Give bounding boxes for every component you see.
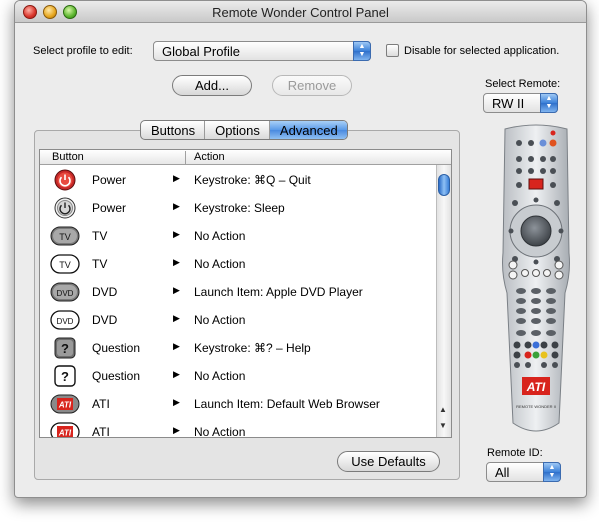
remove-button[interactable]: Remove	[272, 75, 352, 96]
tab-bar: Buttons Options Advanced	[140, 120, 348, 140]
row-button-name: Power	[92, 173, 127, 187]
row-button-name: Power	[92, 201, 127, 215]
row-button-name: Question	[92, 341, 141, 355]
app-window: Remote Wonder Control Panel Select profi…	[14, 0, 587, 498]
question-filled-icon: ?	[50, 337, 80, 359]
tv-outline-icon: TV	[50, 253, 80, 275]
svg-text:TV: TV	[59, 260, 71, 270]
row-action: No Action	[194, 313, 246, 327]
row-button-name: DVD	[92, 313, 118, 327]
table-row[interactable]: TV TV ▶ No Action	[40, 250, 437, 278]
row-action: Keystroke: Sleep	[194, 201, 285, 215]
row-button-name: TV	[92, 229, 108, 243]
add-button[interactable]: Add...	[172, 75, 252, 96]
remote-logo: ATI	[526, 380, 546, 394]
disclosure-arrow-icon[interactable]: ▶	[173, 173, 180, 184]
remote-id-value: All	[495, 465, 510, 480]
power-red-icon	[50, 169, 80, 191]
svg-text:DVD: DVD	[57, 289, 74, 298]
table-row[interactable]: ? Question ▶ No Action	[40, 362, 437, 390]
disclosure-arrow-icon[interactable]: ▶	[173, 257, 180, 268]
svg-text:DVD: DVD	[57, 317, 74, 326]
svg-text:?: ?	[61, 341, 69, 356]
row-action: Launch Item: Apple DVD Player	[194, 285, 363, 299]
row-action: Launch Item: Default Web Browser	[194, 397, 380, 411]
row-button-name: TV	[92, 257, 108, 271]
row-action: Keystroke: ⌘Q – Quit	[194, 173, 311, 187]
disclosure-arrow-icon[interactable]: ▶	[173, 285, 180, 296]
profile-select[interactable]: Global Profile ▲ ▼	[153, 41, 371, 61]
question-outline-icon: ?	[50, 365, 80, 387]
select-remote-label: Select Remote:	[485, 78, 561, 90]
select-remote-value: RW II	[492, 96, 525, 111]
table-scrollbar[interactable]: ▲ ▼	[436, 165, 451, 437]
tab-options[interactable]: Options	[205, 121, 270, 139]
scrollbar-thumb[interactable]	[438, 174, 450, 196]
table-row[interactable]: DVD DVD ▶ No Action	[40, 306, 437, 334]
column-divider	[185, 151, 186, 164]
row-button-name: ATI	[92, 397, 110, 411]
row-button-name: ATI	[92, 425, 110, 438]
ati-filled-icon: ATI	[50, 393, 80, 415]
table-row[interactable]: ATI ATI ▶ No Action	[40, 418, 437, 438]
table-header: Button Action	[40, 150, 451, 165]
button-action-table: Button Action Power ▶ Keystroke: ⌘Q – Qu…	[39, 149, 452, 438]
tab-buttons[interactable]: Buttons	[141, 121, 206, 139]
row-action: No Action	[194, 257, 246, 271]
disclosure-arrow-icon[interactable]: ▶	[173, 369, 180, 380]
disclosure-arrow-icon[interactable]: ▶	[173, 229, 180, 240]
table-row[interactable]: TV TV ▶ No Action	[40, 222, 437, 250]
table-row[interactable]: Power ▶ Keystroke: ⌘Q – Quit	[40, 166, 437, 194]
disable-label: Disable for selected application.	[404, 45, 560, 57]
table-row[interactable]: Power ▶ Keystroke: Sleep	[40, 194, 437, 222]
popup-arrows-icon: ▲ ▼	[540, 93, 558, 113]
row-action: Keystroke: ⌘? – Help	[194, 341, 311, 355]
disable-checkbox[interactable]	[386, 44, 399, 57]
svg-text:ATI: ATI	[58, 429, 72, 438]
table-row[interactable]: ATI ATI ▶ Launch Item: Default Web Brows…	[40, 390, 437, 418]
row-action: No Action	[194, 229, 246, 243]
profile-label: Select profile to edit:	[33, 45, 133, 57]
tab-advanced[interactable]: Advanced	[269, 121, 347, 139]
title-bar: Remote Wonder Control Panel	[15, 1, 586, 23]
select-remote-popup[interactable]: RW II ▲ ▼	[483, 93, 558, 113]
power-white-icon	[50, 197, 80, 219]
disclosure-arrow-icon[interactable]: ▶	[173, 425, 180, 436]
scroll-down-arrow-icon[interactable]: ▼	[439, 421, 447, 430]
disclosure-arrow-icon[interactable]: ▶	[173, 313, 180, 324]
popup-arrows-icon: ▲ ▼	[543, 462, 561, 482]
row-action: No Action	[194, 425, 246, 438]
disclosure-arrow-icon[interactable]: ▶	[173, 341, 180, 352]
tv-filled-icon: TV	[50, 225, 80, 247]
profile-value: Global Profile	[162, 44, 241, 59]
disclosure-arrow-icon[interactable]: ▶	[173, 201, 180, 212]
column-header-button[interactable]: Button	[52, 151, 84, 163]
remote-id-label: Remote ID:	[487, 447, 543, 459]
popup-arrows-icon: ▲ ▼	[353, 41, 371, 61]
svg-text:TV: TV	[59, 232, 71, 242]
row-action: No Action	[194, 369, 246, 383]
remote-model-label: REMOTE WONDER II	[516, 404, 556, 409]
window-title: Remote Wonder Control Panel	[212, 5, 389, 20]
use-defaults-button[interactable]: Use Defaults	[337, 451, 440, 472]
scroll-up-arrow-icon[interactable]: ▲	[439, 405, 447, 414]
remote-id-popup[interactable]: All ▲ ▼	[486, 462, 561, 482]
svg-text:?: ?	[61, 369, 69, 384]
table-row[interactable]: DVD DVD ▶ Launch Item: Apple DVD Player	[40, 278, 437, 306]
row-button-name: DVD	[92, 285, 118, 299]
column-header-action[interactable]: Action	[194, 151, 225, 163]
table-row[interactable]: ? Question ▶ Keystroke: ⌘? – Help	[40, 334, 437, 362]
dvd-outline-icon: DVD	[50, 309, 80, 331]
svg-text:ATI: ATI	[58, 401, 72, 410]
row-button-name: Question	[92, 369, 141, 383]
remote-image: ATI REMOTE WONDER II	[487, 123, 585, 441]
dvd-filled-icon: DVD	[50, 281, 80, 303]
ati-outline-icon: ATI	[50, 421, 80, 438]
disclosure-arrow-icon[interactable]: ▶	[173, 397, 180, 408]
